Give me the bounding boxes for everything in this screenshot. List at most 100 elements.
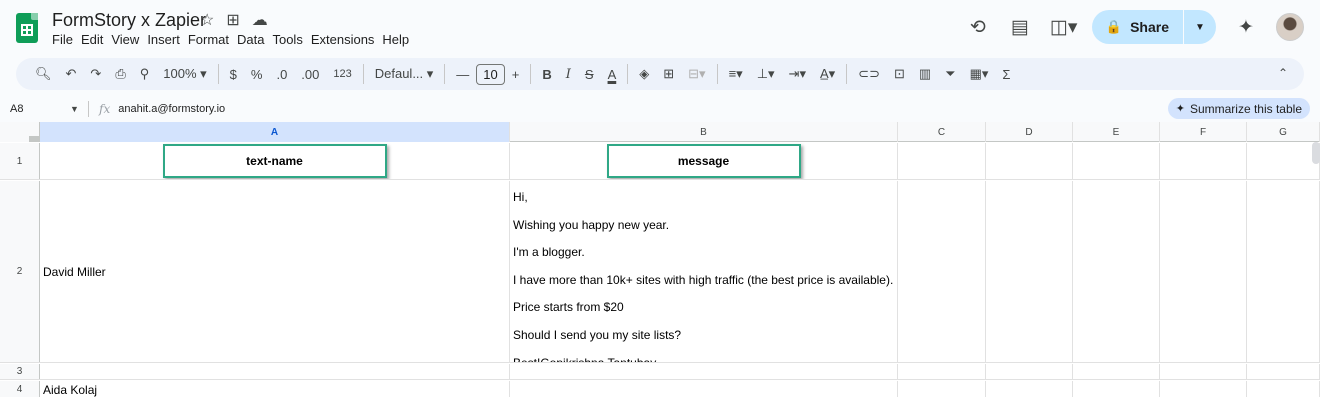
insert-chart-icon[interactable]: ▥ [912, 66, 938, 82]
menu-extensions[interactable]: Extensions [311, 32, 382, 47]
cell[interactable] [986, 143, 1073, 179]
cell[interactable] [898, 364, 986, 379]
meet-icon[interactable]: ◫▾ [1050, 16, 1078, 39]
column-header-d[interactable]: D [986, 122, 1073, 142]
message-line: Should I send you my site lists? [513, 327, 682, 342]
insert-comment-icon[interactable]: ⊡ [887, 66, 912, 82]
filter-icon[interactable]: ⏷ [938, 66, 962, 82]
print-icon[interactable]: ⎙ [108, 66, 132, 82]
chevron-down-icon[interactable]: ▼ [1184, 22, 1216, 33]
sheets-logo-icon[interactable] [16, 13, 38, 43]
cell[interactable] [1247, 181, 1320, 362]
cell[interactable] [986, 181, 1073, 362]
cell[interactable] [1247, 143, 1320, 179]
zoom-select[interactable]: 100% ▾ [156, 66, 213, 82]
menu-data[interactable]: Data [237, 32, 271, 47]
number-format-button[interactable]: 123 [326, 68, 358, 80]
strikethrough-button[interactable]: S [578, 67, 601, 82]
cell[interactable] [898, 181, 986, 362]
gemini-icon[interactable]: ✦ [1234, 16, 1258, 39]
document-title[interactable]: FormStory x Zapier [52, 10, 206, 31]
search-icon[interactable]: 🔍︎ [28, 66, 59, 82]
cell[interactable] [898, 381, 986, 397]
functions-button[interactable]: Σ [995, 67, 1017, 82]
cell[interactable] [898, 143, 986, 179]
cell[interactable] [1073, 381, 1160, 397]
collapse-toolbar-icon[interactable]: ⌃ [1278, 66, 1288, 80]
menu-tools[interactable]: Tools [272, 32, 309, 47]
share-button[interactable]: 🔒 Share ▼ [1091, 10, 1216, 44]
column-header-f[interactable]: F [1160, 122, 1247, 142]
undo-icon[interactable]: ↶ [59, 66, 84, 82]
menu-format[interactable]: Format [188, 32, 236, 47]
comment-icon[interactable]: ▤ [1008, 16, 1032, 39]
cell[interactable] [1073, 364, 1160, 379]
history-icon[interactable]: ⟲ [966, 16, 990, 39]
cell[interactable] [986, 381, 1073, 397]
currency-button[interactable]: $ [223, 67, 244, 82]
increase-decimal-button[interactable]: .00 [294, 67, 326, 82]
vertical-scrollbar[interactable] [1312, 142, 1320, 164]
text-color-button[interactable]: A [601, 67, 624, 82]
menu-view[interactable]: View [111, 32, 146, 47]
link-icon[interactable]: ⊂⊃ [851, 66, 887, 82]
bold-button[interactable]: B [535, 67, 558, 82]
vertical-align-icon[interactable]: ⊥▾ [750, 66, 782, 82]
star-icon[interactable]: ☆ [200, 10, 214, 30]
cell[interactable] [1073, 181, 1160, 362]
italic-button[interactable]: I [559, 67, 578, 82]
menu-help[interactable]: Help [382, 32, 416, 47]
column-header-c[interactable]: C [898, 122, 986, 142]
cell-b3[interactable] [510, 364, 898, 379]
menu-insert[interactable]: Insert [147, 32, 187, 47]
cell[interactable] [1247, 381, 1320, 397]
redo-icon[interactable]: ↷ [83, 66, 108, 82]
avatar[interactable] [1276, 13, 1304, 41]
cell-a3[interactable] [40, 364, 510, 379]
text-wrap-icon[interactable]: ⇥▾ [782, 66, 813, 82]
borders-icon[interactable]: ⊞ [656, 66, 681, 82]
column-header-e[interactable]: E [1073, 122, 1160, 142]
cell[interactable] [1160, 143, 1247, 179]
cell-b4[interactable] [510, 381, 898, 397]
cell[interactable] [1073, 143, 1160, 179]
filter-views-icon[interactable]: ▦▾ [963, 66, 996, 82]
menu-file[interactable]: File [52, 32, 80, 47]
font-size-decrease-button[interactable]: — [449, 67, 476, 82]
decrease-decimal-button[interactable]: .0 [269, 67, 294, 82]
formula-input[interactable]: anahit.a@formstory.io [118, 103, 225, 115]
summarize-table-button[interactable]: ✦ Summarize this table [1167, 98, 1310, 119]
select-all-corner[interactable] [0, 122, 40, 142]
fill-color-icon[interactable]: ◈ [632, 66, 656, 82]
column-header-a[interactable]: A [40, 122, 510, 142]
cell-a4[interactable]: Aida Kolaj [40, 381, 510, 397]
font-size-increase-button[interactable]: + [505, 67, 527, 82]
merge-cells-icon[interactable]: ⊟▾ [681, 66, 712, 82]
horizontal-align-icon[interactable]: ≡▾ [722, 66, 750, 82]
column-header-g[interactable]: G [1247, 122, 1320, 142]
cell[interactable] [986, 364, 1073, 379]
row-header[interactable]: 3 [0, 364, 40, 379]
cell-b2[interactable]: Hi, Wishing you happy new year. I'm a bl… [510, 181, 898, 362]
font-select[interactable]: Defaul... ▾ [368, 66, 441, 82]
cell-b1[interactable]: message [510, 143, 898, 179]
name-box[interactable]: A8 [0, 103, 70, 115]
percent-button[interactable]: % [244, 67, 270, 82]
text-rotation-icon[interactable]: A̲▾ [813, 66, 842, 82]
chevron-down-icon[interactable]: ▼ [70, 104, 88, 114]
row-header[interactable]: 4 [0, 381, 40, 397]
column-header-b[interactable]: B [510, 122, 898, 142]
cell[interactable] [1247, 364, 1320, 379]
cell-a1[interactable]: text-name [40, 143, 510, 179]
font-size-input[interactable]: 10 [476, 63, 505, 85]
cell[interactable] [1160, 181, 1247, 362]
row-header[interactable]: 2 [0, 181, 40, 362]
cell[interactable] [1160, 364, 1247, 379]
cell[interactable] [1160, 381, 1247, 397]
cell-a2[interactable]: David Miller [40, 181, 510, 362]
cloud-icon[interactable]: ☁ [252, 10, 268, 30]
paint-format-icon[interactable]: ⚲ [133, 66, 157, 82]
row-header[interactable]: 1 [0, 143, 40, 179]
move-icon[interactable]: ⊞ [226, 10, 239, 30]
menu-edit[interactable]: Edit [81, 32, 110, 47]
